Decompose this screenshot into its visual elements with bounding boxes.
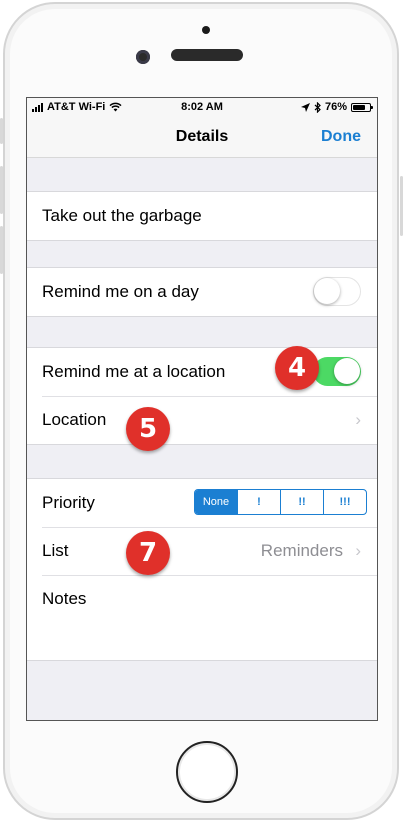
- battery-icon: [351, 102, 373, 112]
- volume-up-button: [0, 166, 3, 214]
- step-badge-7: 7: [126, 531, 170, 575]
- chevron-right-icon: ›: [355, 410, 361, 429]
- mute-switch: [0, 118, 3, 144]
- remind-location-label: Remind me at a location: [42, 362, 226, 381]
- remind-location-row: Remind me at a location: [27, 348, 377, 396]
- earpiece-speaker: [171, 49, 243, 61]
- toggle-knob: [334, 358, 360, 384]
- notes-row[interactable]: Notes: [27, 575, 377, 623]
- proximity-sensor: [202, 26, 210, 34]
- remind-day-group: Remind me on a day: [27, 267, 377, 317]
- toggle-knob: [314, 278, 340, 304]
- list-row[interactable]: List Reminders ›: [27, 527, 377, 575]
- list-label: List: [42, 541, 69, 560]
- done-button[interactable]: Done: [321, 128, 361, 146]
- battery-fill: [353, 104, 366, 110]
- remind-day-row: Remind me on a day: [27, 268, 377, 316]
- battery-percent: 76%: [324, 101, 347, 113]
- list-value: Reminders: [260, 541, 343, 560]
- navigation-bar: Details Done: [27, 118, 377, 158]
- volume-down-button: [0, 226, 3, 274]
- priority-none-segment[interactable]: None: [195, 490, 237, 514]
- bluetooth-icon: [314, 101, 321, 113]
- step-badge-5: 5: [126, 407, 170, 451]
- remind-location-group: Remind me at a location Location ›: [27, 347, 377, 445]
- details-group: Priority None ! !! !!! List Reminders › …: [27, 478, 377, 661]
- status-bar: AT&T Wi-Fi 8:02 AM 76%: [27, 98, 377, 118]
- step-badge-4: 4: [275, 346, 319, 390]
- priority-label: Priority: [42, 493, 95, 512]
- location-row[interactable]: Location ›: [27, 396, 377, 444]
- priority-high-segment[interactable]: !!!: [323, 490, 366, 514]
- home-button[interactable]: [176, 741, 238, 803]
- title-group: Take out the garbage: [27, 191, 377, 241]
- priority-medium-segment[interactable]: !!: [280, 490, 323, 514]
- priority-row: Priority None ! !! !!!: [27, 479, 377, 527]
- remind-location-toggle[interactable]: [313, 357, 361, 386]
- location-label: Location: [42, 410, 107, 429]
- priority-low-segment[interactable]: !: [237, 490, 280, 514]
- notes-label[interactable]: Notes: [42, 589, 86, 609]
- screen: AT&T Wi-Fi 8:02 AM 76% Details Done Take…: [26, 97, 378, 721]
- chevron-right-icon: ›: [355, 541, 361, 560]
- task-title-field[interactable]: Take out the garbage: [42, 206, 202, 226]
- remind-day-toggle[interactable]: [313, 277, 361, 306]
- priority-segmented-control: None ! !! !!!: [194, 489, 367, 515]
- location-arrow-icon: [300, 102, 310, 112]
- remind-day-label: Remind me on a day: [42, 282, 199, 301]
- task-title-row[interactable]: Take out the garbage: [27, 192, 377, 240]
- front-camera: [136, 50, 150, 64]
